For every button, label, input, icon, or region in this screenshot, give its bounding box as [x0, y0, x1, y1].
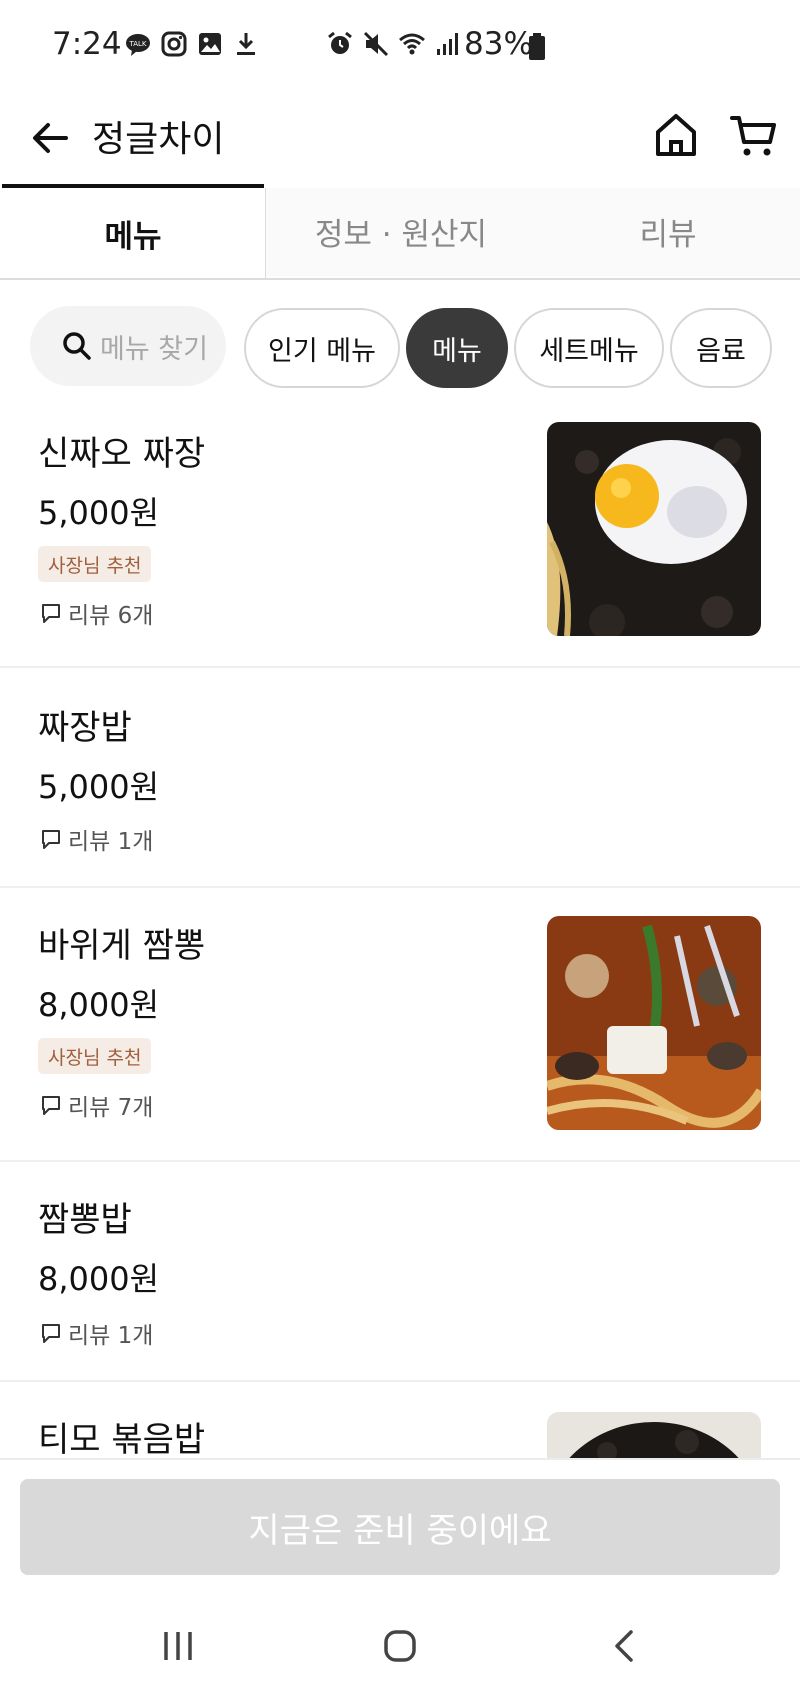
- menu-item-name: 티모 볶음밥: [38, 1420, 206, 1460]
- chip-set-menu[interactable]: 세트메뉴: [514, 308, 664, 388]
- home-icon[interactable]: [650, 110, 702, 162]
- review-count-label: 리뷰 7개: [68, 1095, 154, 1121]
- recent-apps-icon[interactable]: [158, 1626, 198, 1666]
- tab-reviews[interactable]: 리뷰: [536, 184, 800, 278]
- review-count: 리뷰 7개: [40, 1088, 153, 1122]
- system-nav-bar: [0, 1600, 800, 1689]
- tab-bar: 메뉴 정보 · 원산지 리뷰: [0, 184, 800, 280]
- top-bar: 정글차이: [0, 92, 800, 184]
- menu-item-name: 바위게 짬뽕: [38, 926, 206, 966]
- mute-icon: [363, 31, 389, 57]
- menu-item-name: 짬뽕밥: [38, 1200, 132, 1240]
- alarm-icon: [328, 31, 352, 54]
- speech-bubble-icon: [42, 1096, 60, 1115]
- speech-bubble-icon: [42, 604, 60, 623]
- status-bar: 7:24 TALK 83%: [0, 0, 800, 92]
- home-button-icon[interactable]: [380, 1626, 420, 1666]
- menu-item-price: 8,000원: [38, 986, 160, 1024]
- review-count-label: 리뷰 1개: [68, 1323, 154, 1349]
- menu-item[interactable]: 티모 볶음밥: [0, 1382, 800, 1626]
- menu-item[interactable]: 짜장밥 5,000원 리뷰 1개: [0, 668, 800, 888]
- tab-menu[interactable]: 메뉴: [2, 184, 264, 278]
- menu-item-name: 짜장밥: [38, 708, 132, 748]
- review-count: 리뷰 1개: [40, 1316, 153, 1350]
- menu-item-name: 신짜오 짜장: [38, 434, 206, 474]
- review-count-label: 리뷰 6개: [68, 603, 154, 629]
- search-icon: [63, 332, 91, 360]
- speech-bubble-icon: [42, 1324, 60, 1343]
- cart-icon[interactable]: [728, 110, 780, 162]
- menu-search-chip[interactable]: 메뉴 찾기: [30, 306, 226, 386]
- status-time: 7:24: [52, 26, 122, 62]
- talk-icon: TALK: [126, 34, 150, 56]
- gallery-icon: [199, 33, 221, 55]
- menu-item-price: 5,000원: [38, 494, 160, 532]
- review-count: 리뷰 1개: [40, 822, 153, 856]
- menu-item-price: 8,000원: [38, 1260, 160, 1298]
- system-icons: [326, 30, 462, 58]
- jjamppong-thumbnail: [547, 916, 761, 1130]
- chip-popular-menu[interactable]: 인기 메뉴: [244, 308, 400, 388]
- back-button-icon[interactable]: [605, 1626, 645, 1666]
- review-count: 리뷰 6개: [40, 596, 153, 630]
- chip-drinks[interactable]: 음료: [670, 308, 772, 388]
- owner-recommend-badge: 사장님 추천: [38, 1038, 152, 1074]
- battery-percent: 83%: [464, 26, 533, 62]
- menu-item[interactable]: 짬뽕밥 8,000원 리뷰 1개: [0, 1162, 800, 1382]
- notification-icons: TALK: [124, 30, 260, 58]
- tab-baseline: [0, 278, 800, 280]
- menu-item-price: 5,000원: [38, 768, 160, 806]
- tab-info-origin[interactable]: 정보 · 원산지: [266, 184, 536, 278]
- menu-item[interactable]: 신짜오 짜장 5,000원 사장님 추천 리뷰 6개: [0, 420, 800, 668]
- download-icon: [237, 33, 255, 55]
- store-title: 정글차이: [92, 119, 225, 160]
- search-placeholder: 메뉴 찾기: [100, 333, 208, 365]
- menu-item[interactable]: 바위게 짬뽕 8,000원 사장님 추천 리뷰 7개: [0, 888, 800, 1162]
- signal-icon: [437, 33, 458, 55]
- chip-menu[interactable]: 메뉴: [406, 308, 508, 388]
- back-arrow-icon[interactable]: [26, 114, 74, 162]
- review-count-label: 리뷰 1개: [68, 829, 154, 855]
- speech-bubble-icon: [42, 830, 60, 849]
- jjajang-thumbnail: [547, 422, 761, 636]
- instagram-icon: [161, 31, 187, 57]
- svg-text:TALK: TALK: [128, 40, 146, 48]
- order-unavailable-button[interactable]: 지금은 준비 중이에요: [20, 1479, 780, 1575]
- filter-chips: 메뉴 찾기 인기 메뉴 메뉴 세트메뉴 음료: [0, 306, 800, 390]
- wifi-icon: [399, 33, 425, 55]
- owner-recommend-badge: 사장님 추천: [38, 546, 152, 582]
- tab-divider: [265, 188, 266, 278]
- battery-icon: [529, 33, 545, 60]
